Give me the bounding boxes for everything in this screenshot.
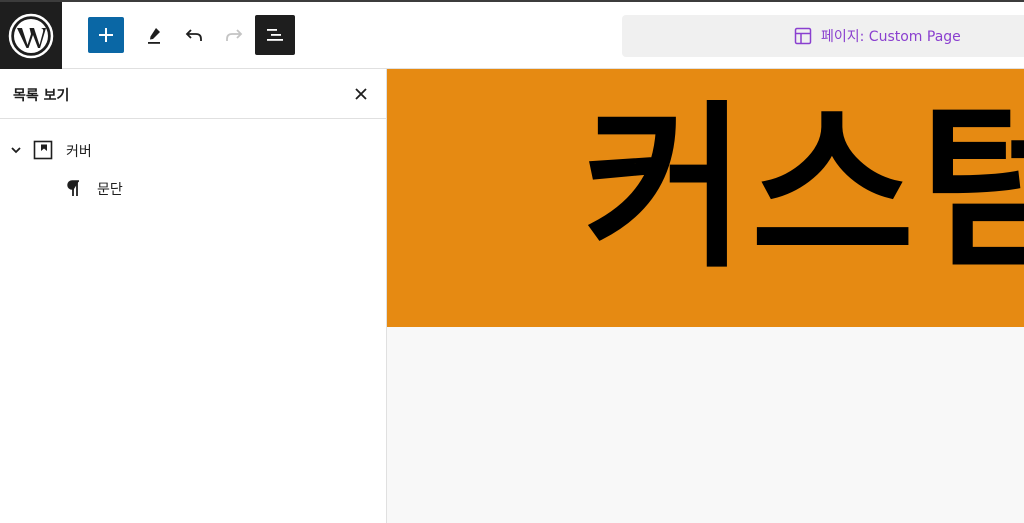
cover-heading[interactable]: 커스텀 [583, 79, 1024, 299]
editor-canvas[interactable]: 커스텀 [387, 69, 1024, 523]
list-view-panel: 목록 보기 커버 문단 [0, 69, 387, 523]
list-view-icon [267, 29, 283, 41]
editor-toolbar: 페이지: Custom Page [0, 2, 1024, 69]
list-item-cover[interactable]: 커버 [0, 132, 386, 168]
panel-title: 목록 보기 [13, 88, 70, 104]
document-bar[interactable]: 페이지: Custom Page [622, 15, 1024, 57]
cover-block[interactable]: 커스텀 [387, 69, 1024, 327]
pencil-icon [148, 28, 160, 44]
list-item-paragraph[interactable]: 문단 [0, 170, 386, 206]
list-view-header: 목록 보기 [0, 69, 386, 119]
layout-icon [794, 27, 812, 45]
document-title: 페이지: Custom Page [821, 29, 961, 45]
chevron-down-icon[interactable] [9, 143, 23, 157]
edit-tool-button[interactable] [136, 17, 172, 53]
add-block-button[interactable] [88, 17, 124, 53]
list-item-label: 문단 [97, 182, 123, 198]
redo-button[interactable] [216, 17, 252, 53]
wordpress-logo-icon[interactable] [0, 2, 62, 69]
paragraph-icon [63, 177, 85, 199]
list-item-label: 커버 [66, 144, 92, 160]
close-icon [355, 88, 367, 100]
redo-icon [226, 29, 243, 41]
document-overview-button[interactable] [255, 15, 295, 55]
plus-icon [99, 28, 113, 42]
undo-button[interactable] [176, 17, 212, 53]
close-panel-button[interactable] [348, 81, 374, 107]
cover-icon [32, 139, 54, 161]
undo-icon [185, 29, 202, 41]
